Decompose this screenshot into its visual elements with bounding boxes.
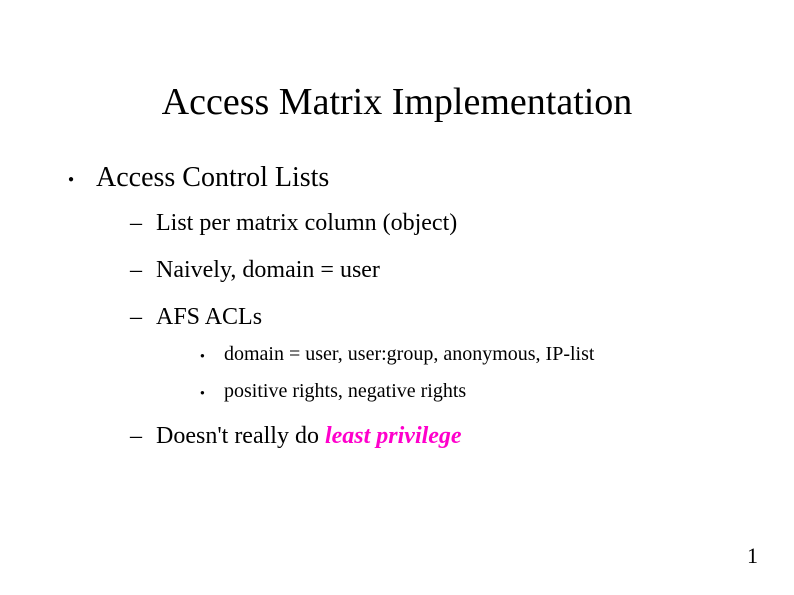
- bullet-sub-2-text: AFS ACLs: [156, 304, 262, 330]
- bullet-afs-1-text: positive rights, negative rights: [224, 380, 466, 402]
- bullet-list-level1: Access Control Lists List per matrix col…: [50, 162, 744, 450]
- bullet-main: Access Control Lists List per matrix col…: [68, 162, 744, 450]
- bullet-list-level2: List per matrix column (object) Naively,…: [96, 210, 744, 450]
- bullet-sub-1-text: Naively, domain = user: [156, 257, 380, 283]
- bullet-sub-0-text: List per matrix column (object): [156, 210, 457, 236]
- bullet-afs-1: positive rights, negative rights: [200, 380, 744, 403]
- bullet-afs-0: domain = user, user:group, anonymous, IP…: [200, 343, 744, 366]
- bullet-sub-2: AFS ACLs domain = user, user:group, anon…: [130, 304, 744, 403]
- bullet-sub-1: Naively, domain = user: [130, 257, 744, 284]
- bullet-sub-3-text: Doesn't really do: [156, 423, 325, 449]
- bullet-sub-0: List per matrix column (object): [130, 210, 744, 237]
- bullet-afs-0-text: domain = user, user:group, anonymous, IP…: [224, 343, 594, 365]
- slide-title: Access Matrix Implementation: [50, 80, 744, 124]
- bullet-sub-3: Doesn't really do least privilege: [130, 423, 744, 450]
- page-number: 1: [747, 543, 758, 569]
- bullet-list-level3: domain = user, user:group, anonymous, IP…: [156, 343, 744, 403]
- emph-least-privilege: least privilege: [325, 423, 462, 449]
- bullet-main-text: Access Control Lists: [96, 162, 329, 193]
- slide: Access Matrix Implementation Access Cont…: [0, 0, 794, 595]
